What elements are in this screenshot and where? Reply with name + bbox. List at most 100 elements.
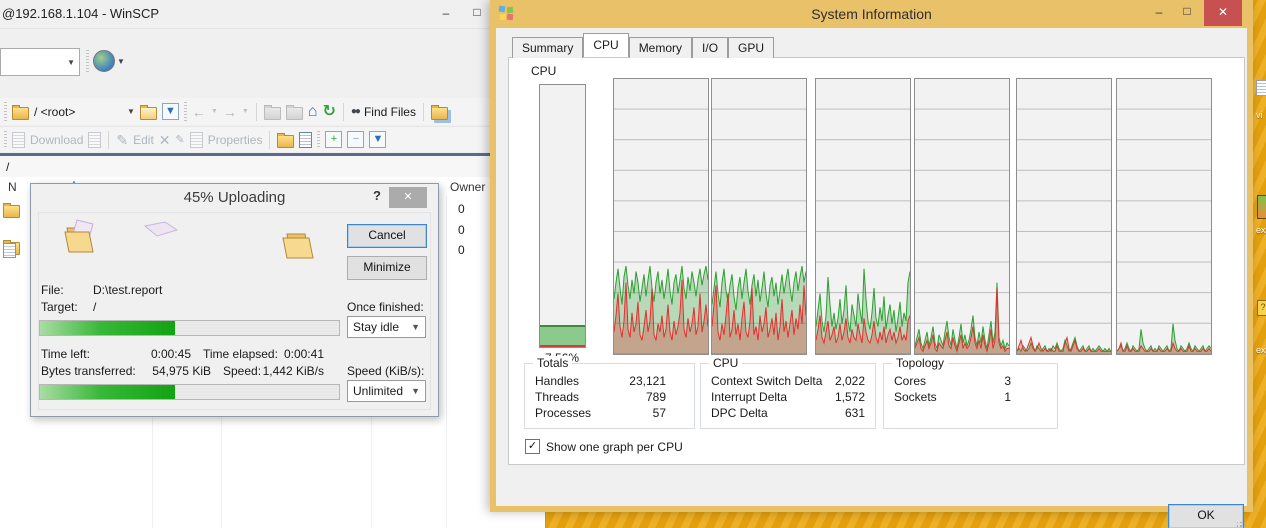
stat-label: Cores xyxy=(894,374,926,390)
find-files-button[interactable]: Find Files xyxy=(364,105,416,119)
chevron-down-icon[interactable]: ▼ xyxy=(211,108,218,115)
desktop-icon-fragment[interactable]: ? xyxy=(1257,300,1266,316)
file-progress-bar xyxy=(39,320,340,336)
help-button[interactable]: ? xyxy=(369,188,385,206)
window-title: System Information xyxy=(490,6,1253,22)
toolbar-grip[interactable] xyxy=(184,102,187,122)
new-session-globe-icon[interactable] xyxy=(93,50,115,72)
winscp-minimize-button[interactable]: – xyxy=(435,6,457,22)
winscp-titlebar[interactable]: @192.168.1.104 - WinSCP – □ xyxy=(0,0,545,29)
cpu-groupbox: CPU Context Switch Delta2,022 Interrupt … xyxy=(700,363,876,429)
column-header-name[interactable]: N xyxy=(8,180,17,194)
download-options-icon[interactable] xyxy=(88,132,101,148)
forward-icon[interactable]: → xyxy=(223,105,237,119)
home-directory-icon[interactable]: ⌂ xyxy=(308,105,318,119)
chevron-down-icon[interactable]: ▼ xyxy=(127,107,135,116)
new-folder-icon[interactable] xyxy=(277,135,294,148)
close-button[interactable]: ✕ xyxy=(1204,0,1242,26)
winscp-maximize-button[interactable]: □ xyxy=(466,5,488,21)
delete-icon[interactable]: ✕ xyxy=(159,133,171,147)
duplicate-icon[interactable] xyxy=(299,132,312,148)
toolbar-grip[interactable] xyxy=(4,102,7,122)
path-combo[interactable]: / <root> xyxy=(34,105,122,119)
root-directory-icon[interactable] xyxy=(286,107,303,120)
topology-groupbox: Topology Cores3 Sockets1 xyxy=(883,363,1058,429)
checkbox-checked[interactable]: ✓ xyxy=(525,439,540,454)
file-icon xyxy=(3,243,16,258)
resize-grip[interactable] xyxy=(1237,522,1247,528)
open-directory-icon[interactable] xyxy=(140,107,157,120)
toolbar-grip[interactable] xyxy=(4,131,7,149)
stat-value: 789 xyxy=(646,390,666,406)
current-folder-icon xyxy=(12,107,29,120)
stat-label: Sockets xyxy=(894,390,937,406)
chevron-down-icon: ▼ xyxy=(63,58,79,67)
rename-icon[interactable]: ✎ xyxy=(176,133,185,147)
maximize-button[interactable]: □ xyxy=(1176,4,1198,20)
column-header-owner[interactable]: Owner xyxy=(450,180,485,194)
minimize-button[interactable]: – xyxy=(1148,5,1170,21)
collapse-icon[interactable]: − xyxy=(347,131,364,148)
show-one-graph-option[interactable]: ✓ Show one graph per CPU xyxy=(525,439,683,454)
pencil-icon[interactable]: ✎ xyxy=(116,133,128,147)
filter-icon[interactable]: ▼ xyxy=(369,131,386,148)
folder-icon xyxy=(3,205,20,218)
desktop-icon-fragment[interactable] xyxy=(1257,195,1266,219)
back-icon[interactable]: ← xyxy=(192,105,206,119)
cancel-button[interactable]: Cancel xyxy=(347,224,427,248)
close-button[interactable]: ✕ xyxy=(389,187,427,208)
target-label: Target: xyxy=(41,300,78,314)
filter-icon[interactable]: ▼ xyxy=(162,103,179,120)
gauge-kernel-line xyxy=(540,345,585,347)
tab-memory[interactable]: Memory xyxy=(629,37,692,58)
synchronize-icon[interactable] xyxy=(431,107,448,120)
bytes-transferred-value: 54,975 KiB xyxy=(141,364,211,378)
winscp-title: @192.168.1.104 - WinSCP xyxy=(2,6,159,21)
desktop-icon-label-fragment: ex xyxy=(1256,225,1266,235)
stat-label: DPC Delta xyxy=(711,406,768,422)
table-row-owner: 0 xyxy=(458,243,465,257)
speed-limit-value: Unlimited xyxy=(353,384,403,398)
refresh-icon[interactable]: ↻ xyxy=(322,105,335,119)
chevron-down-icon[interactable]: ▼ xyxy=(242,108,249,115)
stat-value: 631 xyxy=(845,406,865,422)
once-finished-value: Stay idle xyxy=(353,320,399,334)
download-icon[interactable] xyxy=(12,132,25,148)
desktop-icon-fragment[interactable] xyxy=(1256,80,1266,96)
stat-value: 23,121 xyxy=(629,374,666,390)
tab-io[interactable]: I/O xyxy=(692,37,728,58)
tab-summary[interactable]: Summary xyxy=(512,37,583,58)
properties-icon[interactable] xyxy=(190,132,203,148)
toolbar-grip[interactable] xyxy=(86,50,89,72)
chevron-down-icon[interactable]: ▼ xyxy=(117,57,125,66)
cpu-core-graph-2 xyxy=(711,78,807,355)
column-separator xyxy=(446,196,447,528)
cpu-tab-panel: CPU 7.56% Totals Handles23,121 Threads xyxy=(508,57,1245,465)
dialog-titlebar[interactable]: 45% Uploading ? ✕ xyxy=(31,184,438,211)
speed-limit-select[interactable]: Unlimited ▼ xyxy=(347,380,426,402)
toolbar-grip[interactable] xyxy=(317,131,320,149)
cpu-usage-gauge xyxy=(539,84,586,348)
tab-gpu[interactable]: GPU xyxy=(728,37,774,58)
remote-path-bar[interactable]: / xyxy=(0,153,545,178)
once-finished-select[interactable]: Stay idle ▼ xyxy=(347,316,426,338)
time-left-label: Time left: xyxy=(41,347,90,361)
file-value: D:\test.report xyxy=(93,283,162,297)
flying-page-icon xyxy=(143,220,179,238)
stat-label: Handles xyxy=(535,374,579,390)
session-combo[interactable]: ▼ xyxy=(0,48,80,76)
properties-button[interactable]: Properties xyxy=(208,133,263,147)
edit-button[interactable]: Edit xyxy=(133,133,154,147)
time-elapsed-value: 0:00:41 xyxy=(256,347,324,361)
tab-cpu[interactable]: CPU xyxy=(583,33,628,57)
sysinfo-titlebar[interactable]: System Information – □ ✕ xyxy=(490,0,1253,28)
binoculars-icon: ●● xyxy=(351,106,359,117)
expand-icon[interactable]: + xyxy=(325,131,342,148)
system-information-window: System Information – □ ✕ SummaryCPUMemor… xyxy=(490,0,1253,512)
stat-value: 2,022 xyxy=(835,374,865,390)
download-button[interactable]: Download xyxy=(30,133,83,147)
ok-button[interactable]: OK xyxy=(1168,504,1244,528)
totals-groupbox: Totals Handles23,121 Threads789 Processe… xyxy=(524,363,695,429)
minimize-button[interactable]: Minimize xyxy=(347,256,427,280)
parent-directory-icon[interactable] xyxy=(264,107,281,120)
